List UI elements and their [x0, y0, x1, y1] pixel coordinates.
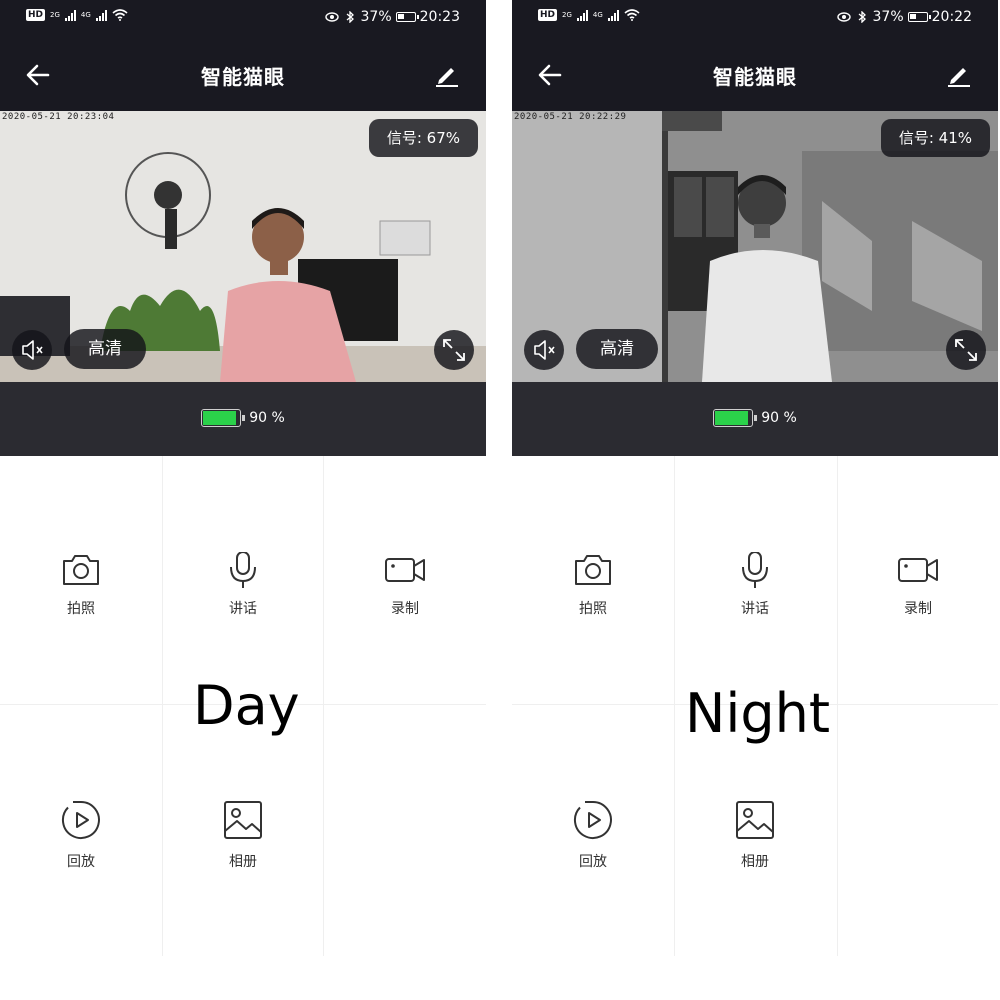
video-quality-button[interactable]: 高清 — [64, 329, 146, 369]
signal-strength-badge: 信号: 41% — [880, 119, 990, 157]
fullscreen-button[interactable] — [434, 330, 474, 370]
camera-icon — [63, 555, 99, 585]
mute-button[interactable] — [524, 330, 564, 370]
mute-button[interactable] — [12, 330, 52, 370]
caption-night: Night — [685, 682, 831, 745]
signal-bars-icon — [607, 9, 619, 21]
bluetooth-icon — [346, 11, 354, 23]
live-video-feed: 2020-05-21 20:22:29 信号: 41% 高清 — [512, 111, 998, 382]
speaker-mute-icon — [22, 340, 43, 360]
video-icon — [385, 558, 425, 582]
network-type: 2G — [50, 11, 60, 19]
microphone-icon — [230, 552, 256, 588]
signal-bars-icon — [95, 9, 107, 21]
talk-action[interactable]: 讲话 — [162, 552, 324, 618]
fullscreen-icon — [443, 339, 465, 361]
caption-day: Day — [193, 674, 300, 737]
page-title: 智能猫眼 — [713, 65, 797, 89]
video-timestamp: 2020-05-21 20:22:29 — [514, 112, 627, 122]
video-timestamp: 2020-05-21 20:23:04 — [2, 112, 115, 122]
album-icon — [736, 801, 774, 839]
device-battery-percent: 90 % — [249, 410, 285, 426]
network-type: 4G — [592, 11, 603, 19]
eye-comfort-icon — [324, 12, 339, 22]
clock: 20:23 — [419, 9, 460, 25]
album-label: 相册 — [741, 854, 769, 870]
album-label: 相册 — [229, 854, 257, 870]
album-action[interactable]: 相册 — [162, 799, 324, 871]
hd-indicator: HD — [538, 9, 558, 21]
live-video-feed: 2020-05-21 20:23:04 信号: 67% 高清 — [0, 111, 486, 382]
photo-label: 拍照 — [579, 601, 607, 617]
photo-label: 拍照 — [67, 601, 95, 617]
phone-screen-day: HD 2G 4G 37% 20:23 智能猫眼 2020-05-21 20:23… — [0, 0, 486, 1000]
playback-icon — [61, 801, 100, 839]
fullscreen-button[interactable] — [946, 330, 986, 370]
network-type: 4G — [80, 11, 91, 19]
signal-bars-icon — [64, 9, 76, 21]
playback-action[interactable]: 回放 — [512, 799, 674, 871]
device-battery-bar: 90 % — [0, 382, 486, 456]
speaker-mute-icon — [534, 340, 555, 360]
eye-comfort-icon — [836, 12, 851, 22]
record-label: 录制 — [904, 601, 932, 617]
phone-battery-percent: 37% — [872, 9, 904, 25]
clock: 20:22 — [931, 9, 972, 25]
microphone-icon — [742, 552, 768, 588]
status-bar: HD 2G 4G 37% 20:23 — [0, 0, 486, 37]
record-action[interactable]: 录制 — [324, 552, 486, 618]
playback-icon — [573, 801, 612, 839]
bluetooth-icon — [858, 11, 866, 23]
device-battery-icon — [201, 409, 246, 427]
photo-action[interactable]: 拍照 — [0, 552, 162, 618]
signal-bars-icon — [576, 9, 588, 21]
phone-battery-icon — [907, 12, 931, 22]
device-battery-icon — [713, 409, 758, 427]
album-icon — [224, 801, 262, 839]
wifi-icon — [112, 9, 128, 21]
fullscreen-icon — [955, 339, 977, 361]
phone-battery-percent: 37% — [360, 9, 392, 25]
record-label: 录制 — [391, 601, 419, 617]
phone-battery-icon — [395, 12, 419, 22]
edit-pencil-icon[interactable] — [434, 61, 460, 87]
photo-action[interactable]: 拍照 — [512, 552, 674, 618]
camera-icon — [575, 555, 611, 585]
wifi-icon — [624, 9, 640, 21]
playback-label: 回放 — [67, 854, 95, 870]
record-action[interactable]: 录制 — [837, 552, 998, 618]
app-header: 智能猫眼 — [512, 37, 998, 111]
video-icon — [898, 558, 938, 582]
page-title: 智能猫眼 — [201, 65, 285, 89]
album-action[interactable]: 相册 — [674, 799, 836, 871]
device-battery-bar: 90 % — [512, 382, 998, 456]
edit-pencil-icon[interactable] — [946, 61, 972, 87]
status-bar: HD 2G 4G 37% 20:22 — [512, 0, 998, 37]
hd-indicator: HD — [26, 9, 46, 21]
phone-screen-night: HD 2G 4G 37% 20:22 智能猫眼 2020-05-21 20:22… — [512, 0, 998, 1000]
playback-label: 回放 — [579, 854, 607, 870]
app-header: 智能猫眼 — [0, 37, 486, 111]
network-type: 2G — [562, 11, 572, 19]
device-battery-percent: 90 % — [761, 410, 797, 426]
talk-label: 讲话 — [229, 601, 257, 617]
playback-action[interactable]: 回放 — [0, 799, 162, 871]
talk-action[interactable]: 讲话 — [674, 552, 836, 618]
talk-label: 讲话 — [741, 601, 769, 617]
signal-strength-badge: 信号: 67% — [368, 119, 478, 157]
video-quality-button[interactable]: 高清 — [576, 329, 658, 369]
